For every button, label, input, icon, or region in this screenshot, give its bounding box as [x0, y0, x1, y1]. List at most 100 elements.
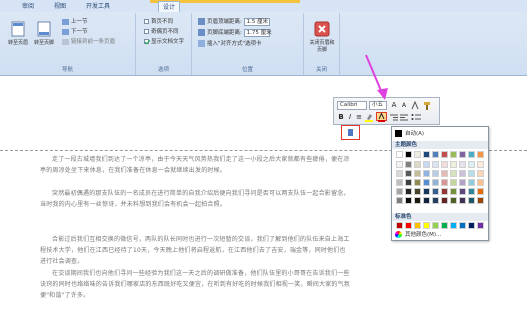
format-painter-icon[interactable]	[423, 101, 431, 110]
tab-view[interactable]: 视图	[50, 1, 70, 12]
theme-shade-swatch[interactable]	[405, 188, 412, 195]
theme-shade-swatch[interactable]	[450, 197, 457, 204]
theme-color-swatch[interactable]	[414, 151, 421, 158]
standard-color-swatch[interactable]	[459, 222, 466, 229]
theme-color-swatch[interactable]	[441, 151, 448, 158]
styles-icon[interactable]	[411, 100, 419, 110]
standard-color-swatch[interactable]	[477, 222, 484, 229]
theme-color-swatch[interactable]	[396, 151, 403, 158]
theme-shade-swatch[interactable]	[423, 188, 430, 195]
theme-shade-swatch[interactable]	[423, 170, 430, 177]
standard-color-swatch[interactable]	[396, 222, 403, 229]
theme-shade-swatch[interactable]	[396, 170, 403, 177]
theme-shade-swatch[interactable]	[459, 161, 466, 168]
theme-shade-swatch[interactable]	[414, 161, 421, 168]
standard-color-swatch[interactable]	[468, 222, 475, 229]
show-document-text-checkbox[interactable]: 显示文档文字	[144, 38, 184, 47]
different-first-page-checkbox[interactable]: 首页不同	[144, 18, 173, 27]
theme-shade-swatch[interactable]	[468, 170, 475, 177]
header-paragraph-mark[interactable]	[341, 125, 360, 140]
font-name-select[interactable]: Calibri	[337, 101, 367, 110]
insert-align-tab-button[interactable]: 插入"对齐方式"选项卡	[198, 39, 262, 49]
theme-shade-swatch[interactable]	[459, 197, 466, 204]
standard-color-swatch[interactable]	[441, 222, 448, 229]
theme-shade-swatch[interactable]	[459, 170, 466, 177]
theme-shade-swatch[interactable]	[477, 161, 484, 168]
theme-shade-swatch[interactable]	[405, 170, 412, 177]
theme-shade-swatch[interactable]	[432, 188, 439, 195]
standard-color-swatch[interactable]	[405, 222, 412, 229]
theme-shade-swatch[interactable]	[405, 179, 412, 186]
theme-shade-swatch[interactable]	[441, 170, 448, 177]
theme-shade-swatch[interactable]	[459, 188, 466, 195]
italic-button[interactable]: I	[346, 113, 354, 122]
theme-color-swatch[interactable]	[432, 151, 439, 158]
standard-color-swatch[interactable]	[423, 222, 430, 229]
increase-indent-icon[interactable]	[400, 113, 408, 122]
align-center-button[interactable]: ≡	[355, 113, 363, 122]
theme-shade-swatch[interactable]	[450, 179, 457, 186]
previous-section-button[interactable]: 上一节	[62, 18, 88, 27]
theme-shade-swatch[interactable]	[450, 188, 457, 195]
theme-shade-swatch[interactable]	[477, 170, 484, 177]
theme-shade-swatch[interactable]	[450, 170, 457, 177]
theme-shade-swatch[interactable]	[414, 179, 421, 186]
link-previous-button[interactable]: 链接到前一条页眉	[62, 38, 115, 47]
footer-distance-input[interactable]: 1.75 厘米	[243, 28, 272, 37]
theme-shade-swatch[interactable]	[432, 170, 439, 177]
theme-shade-swatch[interactable]	[459, 179, 466, 186]
theme-shade-swatch[interactable]	[414, 197, 421, 204]
theme-color-swatch[interactable]	[459, 151, 466, 158]
goto-header-button[interactable]: 转至页眉	[6, 19, 30, 61]
bold-button[interactable]: B	[337, 113, 345, 122]
different-odd-even-checkbox[interactable]: 奇偶页不同	[144, 28, 179, 37]
theme-shade-swatch[interactable]	[414, 188, 421, 195]
theme-color-swatch[interactable]	[468, 151, 475, 158]
tab-design[interactable]: 设计	[158, 1, 181, 12]
theme-shade-swatch[interactable]	[405, 197, 412, 204]
theme-shade-swatch[interactable]	[432, 161, 439, 168]
standard-color-swatch[interactable]	[450, 222, 457, 229]
theme-shade-swatch[interactable]	[396, 161, 403, 168]
theme-color-swatch[interactable]	[477, 151, 484, 158]
theme-shade-swatch[interactable]	[477, 197, 484, 204]
theme-shade-swatch[interactable]	[477, 188, 484, 195]
more-colors-option[interactable]: 其他颜色(M)...	[395, 231, 441, 240]
theme-shade-swatch[interactable]	[423, 179, 430, 186]
theme-shade-swatch[interactable]	[468, 179, 475, 186]
theme-shade-swatch[interactable]	[477, 179, 484, 186]
theme-shade-swatch[interactable]	[414, 170, 421, 177]
theme-shade-swatch[interactable]	[450, 161, 457, 168]
bullets-icon[interactable]	[411, 113, 423, 122]
theme-color-swatch[interactable]	[405, 151, 412, 158]
font-size-select[interactable]: 小五	[369, 101, 387, 110]
theme-shade-swatch[interactable]	[396, 179, 403, 186]
theme-color-swatch[interactable]	[423, 151, 430, 158]
close-header-footer-button[interactable]: 关闭页眉和页脚	[308, 19, 336, 61]
theme-shade-swatch[interactable]	[423, 161, 430, 168]
theme-shade-swatch[interactable]	[423, 197, 430, 204]
theme-shade-swatch[interactable]	[396, 197, 403, 204]
header-distance-input[interactable]: 1.5 厘米	[243, 17, 270, 26]
decrease-indent-icon[interactable]	[390, 113, 398, 122]
theme-shade-swatch[interactable]	[405, 161, 412, 168]
theme-shade-swatch[interactable]	[468, 197, 475, 204]
theme-shade-swatch[interactable]	[441, 161, 448, 168]
goto-footer-button[interactable]: 转至页脚	[32, 19, 56, 61]
standard-color-swatch[interactable]	[414, 222, 421, 229]
automatic-color-option[interactable]: 自动(A)	[395, 130, 424, 139]
font-color-button[interactable]	[376, 112, 387, 122]
shrink-font-button[interactable]: A	[400, 101, 408, 110]
standard-color-swatch[interactable]	[432, 222, 439, 229]
theme-shade-swatch[interactable]	[468, 161, 475, 168]
theme-shade-swatch[interactable]	[468, 188, 475, 195]
theme-shade-swatch[interactable]	[441, 188, 448, 195]
tab-review[interactable]: 审阅	[18, 1, 38, 12]
grow-font-button[interactable]: A	[390, 101, 398, 110]
theme-shade-swatch[interactable]	[432, 197, 439, 204]
tab-developer[interactable]: 开发工具	[82, 1, 114, 12]
theme-shade-swatch[interactable]	[441, 179, 448, 186]
theme-shade-swatch[interactable]	[441, 197, 448, 204]
next-section-button[interactable]: 下一节	[62, 28, 88, 37]
theme-shade-swatch[interactable]	[432, 179, 439, 186]
